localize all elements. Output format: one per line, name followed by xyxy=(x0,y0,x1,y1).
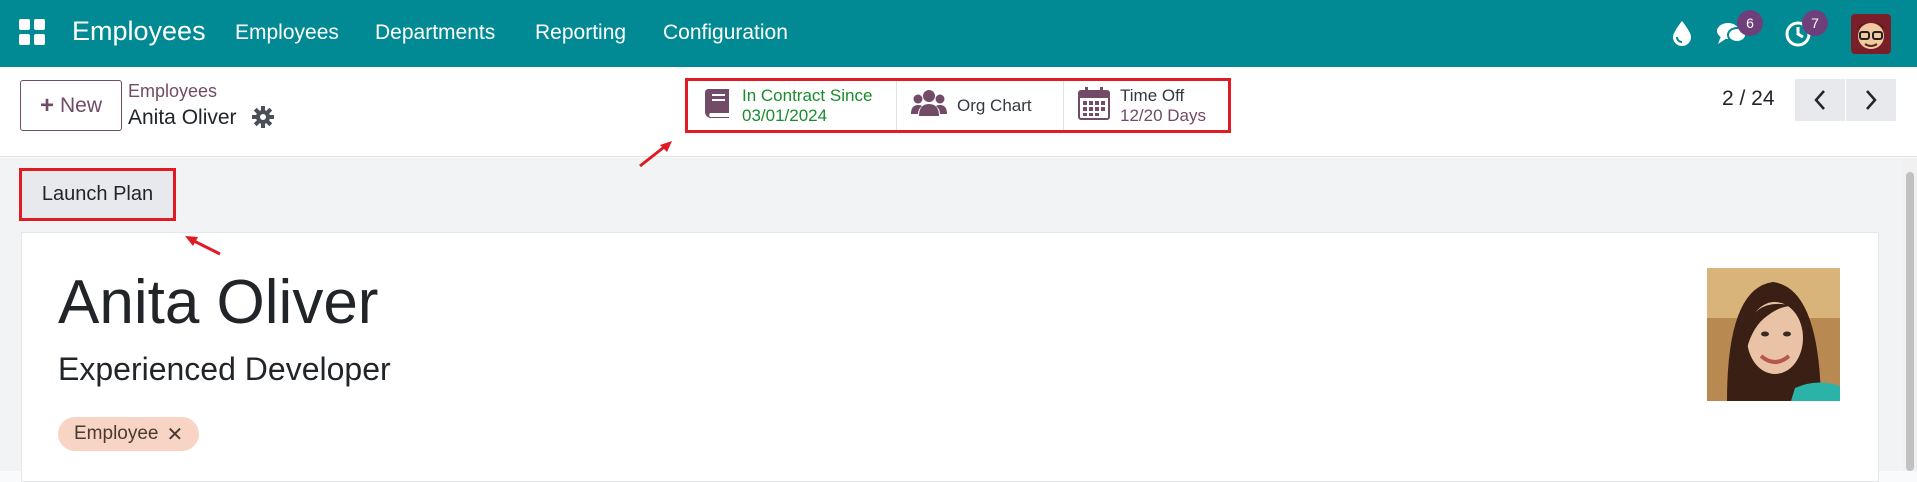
time-off-smart-button[interactable]: Time Off 12/20 Days xyxy=(1064,81,1228,130)
breadcrumb-parent[interactable]: Employees xyxy=(128,81,217,102)
org-chart-label: Org Chart xyxy=(957,95,1032,115)
new-button-label: New xyxy=(60,93,103,117)
chat-badge: 6 xyxy=(1737,10,1763,36)
contract-line1: In Contract Since xyxy=(742,85,873,105)
contract-smart-button[interactable]: In Contract Since 03/01/2024 xyxy=(688,81,897,130)
contract-date: 03/01/2024 xyxy=(742,105,828,125)
annotation-arrow-launch-plan xyxy=(185,236,221,256)
pager-value[interactable]: 2 / 24 xyxy=(1722,87,1775,111)
launch-plan-highlight: Launch Plan xyxy=(19,168,176,221)
time-off-value: 12/20 Days xyxy=(1120,105,1206,125)
scrollbar-thumb[interactable] xyxy=(1906,172,1914,471)
users-icon xyxy=(911,88,947,123)
breadcrumb-current: Anita Oliver xyxy=(128,106,237,129)
menu-reporting[interactable]: Reporting xyxy=(535,21,626,45)
smart-buttons-box: In Contract Since 03/01/2024 Org Chart T… xyxy=(685,78,1231,133)
new-button[interactable]: + New xyxy=(20,80,122,131)
employee-form-sheet: Anita Oliver Experienced Developer Emplo… xyxy=(21,232,1879,482)
launch-plan-button[interactable]: Launch Plan xyxy=(22,171,173,218)
time-off-label: Time Off xyxy=(1120,85,1185,105)
employee-photo[interactable] xyxy=(1707,268,1840,401)
pager-previous-button[interactable] xyxy=(1795,79,1845,121)
employee-job-title[interactable]: Experienced Developer xyxy=(58,351,391,388)
form-content: Launch Plan Anita Oliver Experienced Dev… xyxy=(0,158,1917,482)
employee-tag: Employee ✕ xyxy=(58,417,200,451)
app-title[interactable]: Employees xyxy=(72,16,206,47)
pager-next-button[interactable] xyxy=(1846,79,1896,121)
annotation-arrow-smart-buttons xyxy=(639,141,672,168)
droplet-icon[interactable] xyxy=(1671,20,1693,51)
plus-icon: + xyxy=(39,91,54,119)
control-panel: + New Employees Anita Oliver In Contract… xyxy=(0,67,1917,157)
org-chart-smart-button[interactable]: Org Chart xyxy=(897,81,1064,130)
menu-departments[interactable]: Departments xyxy=(375,21,495,45)
book-icon xyxy=(702,87,732,124)
tag-label: Employee xyxy=(74,423,159,444)
chevron-right-icon xyxy=(1866,90,1877,110)
chevron-left-icon xyxy=(1814,90,1825,110)
apps-grid-icon[interactable] xyxy=(19,19,45,45)
employee-name[interactable]: Anita Oliver xyxy=(58,267,378,338)
tag-remove-icon[interactable]: ✕ xyxy=(167,422,184,447)
gear-icon[interactable] xyxy=(252,106,274,128)
calendar-icon xyxy=(1078,86,1110,125)
activity-badge: 7 xyxy=(1802,10,1828,36)
menu-configuration[interactable]: Configuration xyxy=(663,21,788,45)
menu-employees[interactable]: Employees xyxy=(235,21,339,45)
scrollbar[interactable] xyxy=(1903,158,1917,471)
user-avatar[interactable] xyxy=(1851,14,1891,54)
top-navbar: Employees Employees Departments Reportin… xyxy=(0,0,1917,67)
